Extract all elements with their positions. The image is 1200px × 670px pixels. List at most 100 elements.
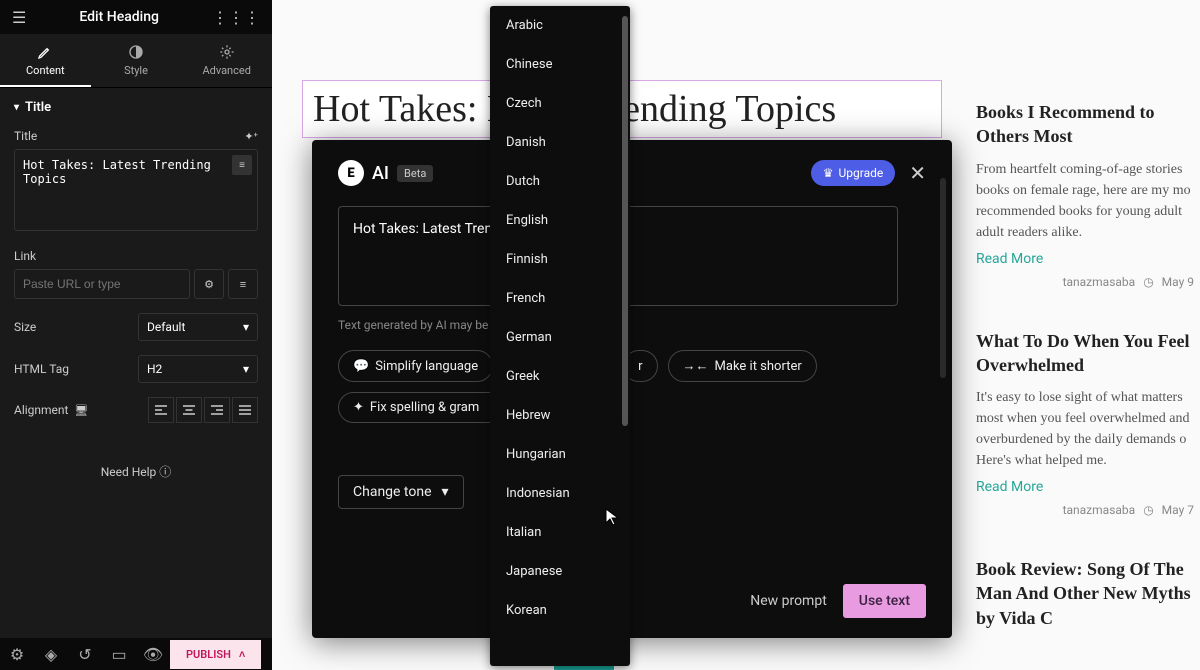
alignment-group [148, 397, 258, 423]
article-excerpt: From heartfelt coming-of-age stories boo… [976, 159, 1194, 243]
lang-option[interactable]: Greek [490, 357, 630, 396]
collapse-icon: →← [683, 358, 709, 374]
size-label: Size [14, 320, 36, 334]
related-articles: Books I Recommend to Others Most From he… [970, 100, 1200, 670]
lang-option[interactable]: German [490, 318, 630, 357]
article-card: Books I Recommend to Others Most From he… [970, 100, 1200, 289]
clock-icon: ◷ [1143, 503, 1153, 517]
ai-suggestion-chips: 💬Simplify language r →←Make it shorter ✦… [338, 350, 926, 423]
contrast-icon [128, 44, 144, 60]
hamburger-icon[interactable]: ☰ [12, 8, 26, 27]
lang-option[interactable]: Czech [490, 84, 630, 123]
publish-button[interactable]: PUBLISH˄ [170, 640, 261, 669]
sparkle-icon[interactable]: ✦⁺ [244, 130, 258, 143]
lang-option[interactable]: French [490, 279, 630, 318]
link-options-icon[interactable]: ⚙ [194, 269, 224, 299]
lang-option[interactable]: Arabic [490, 6, 630, 45]
tab-content[interactable]: Content [0, 34, 91, 87]
article-title[interactable]: Book Review: Song Of The Man And Other N… [976, 557, 1194, 630]
dynamic-icon[interactable]: ≡ [232, 155, 252, 175]
title-field-label: Title ✦⁺ [14, 129, 258, 143]
grid-icon[interactable]: ⋮⋮⋮ [212, 8, 260, 27]
beta-badge: Beta [397, 165, 433, 182]
article-title[interactable]: Books I Recommend to Others Most [976, 100, 1194, 149]
lang-option[interactable]: Italian [490, 513, 630, 552]
ai-panel: E AI Beta ♛Upgrade ✕ Hot Takes: Latest T… [312, 140, 952, 638]
title-textarea[interactable]: Hot Takes: Latest Trending Topics [14, 149, 258, 231]
lang-option[interactable]: Chinese [490, 45, 630, 84]
settings-button[interactable]: ⚙ [0, 638, 34, 670]
close-icon[interactable]: ✕ [909, 161, 926, 185]
lang-option[interactable]: Hebrew [490, 396, 630, 435]
chat-icon: 💬 [353, 359, 369, 374]
need-help-link[interactable]: Need Help ⓘ [14, 463, 258, 480]
help-icon: ⓘ [159, 465, 171, 479]
navigator-button[interactable]: ◈ [34, 638, 68, 670]
history-button[interactable]: ↺ [68, 638, 102, 670]
lang-scrollbar[interactable] [622, 16, 628, 426]
chevron-down-icon: ▾ [243, 320, 249, 334]
read-more-link[interactable]: Read More [976, 479, 1194, 495]
article-title[interactable]: What To Do When You Feel Overwhelmed [976, 329, 1194, 378]
align-right-icon [211, 405, 223, 415]
align-left-icon [155, 405, 167, 415]
alignment-label: Alignment 🖥 [14, 403, 88, 417]
lang-option[interactable]: Finnish [490, 240, 630, 279]
upgrade-button[interactable]: ♛Upgrade [811, 160, 896, 186]
html-tag-select[interactable]: H2▾ [138, 355, 258, 383]
ai-scrollbar[interactable] [940, 178, 946, 378]
lang-option[interactable]: Indonesian [490, 474, 630, 513]
title-section: Title Title ✦⁺ Hot Takes: Latest Trendin… [0, 88, 272, 492]
clock-icon: ◷ [1143, 275, 1153, 289]
pencil-icon [37, 44, 53, 60]
link-input[interactable] [14, 269, 190, 299]
chevron-up-icon: ˄ [239, 648, 245, 661]
sidebar-header: ☰ Edit Heading ⋮⋮⋮ [0, 0, 272, 34]
article-excerpt: It's easy to lose sight of what matters … [976, 387, 1194, 471]
chevron-down-icon: ▾ [243, 362, 249, 376]
article-card: Book Review: Song Of The Man And Other N… [970, 557, 1200, 630]
lang-option[interactable]: Dutch [490, 162, 630, 201]
ai-disclaimer: Text generated by AI may be [338, 318, 926, 332]
lang-option[interactable]: Hungarian [490, 435, 630, 474]
tab-style[interactable]: Style [91, 34, 182, 87]
article-meta: tanazmasaba◷May 9 [976, 275, 1194, 289]
align-justify-button[interactable] [232, 397, 258, 423]
ai-footer: New prompt Use text [750, 584, 926, 618]
editor-sidebar: ☰ Edit Heading ⋮⋮⋮ Content Style Advance… [0, 0, 272, 670]
shorter-chip[interactable]: →←Make it shorter [668, 350, 817, 382]
ai-title: AI [372, 163, 389, 184]
use-text-button[interactable]: Use text [843, 584, 926, 618]
simplify-chip[interactable]: 💬Simplify language [338, 350, 493, 382]
lang-option[interactable]: Danish [490, 123, 630, 162]
new-prompt-button[interactable]: New prompt [750, 593, 827, 609]
chevron-down-icon: ▾ [442, 484, 449, 500]
responsive-button[interactable]: ▭ [102, 638, 136, 670]
tab-advanced[interactable]: Advanced [181, 34, 272, 87]
language-menu: Arabic Chinese Czech Danish Dutch Englis… [490, 6, 630, 666]
lang-option[interactable]: Japanese [490, 552, 630, 591]
lang-option[interactable]: Korean [490, 591, 630, 630]
read-more-link[interactable]: Read More [976, 251, 1194, 267]
lang-option[interactable]: English [490, 201, 630, 240]
crown-icon: ♛ [823, 166, 834, 180]
html-tag-label: HTML Tag [14, 362, 69, 376]
preview-button[interactable]: 👁 [136, 638, 170, 670]
gear-icon [219, 44, 235, 60]
change-tone-dropdown[interactable]: Change tone▾ [338, 475, 464, 509]
sidebar-tabs: Content Style Advanced [0, 34, 272, 88]
section-title-toggle[interactable]: Title [14, 100, 258, 115]
align-justify-icon [239, 405, 251, 415]
align-center-icon [183, 405, 195, 415]
sparkle-icon: ✦ [353, 400, 364, 415]
align-center-button[interactable] [176, 397, 202, 423]
link-dynamic-icon[interactable]: ≡ [228, 269, 258, 299]
sidebar-footer: ⚙ ◈ ↺ ▭ 👁 PUBLISH˄ [0, 638, 272, 670]
sidebar-title: Edit Heading [79, 9, 159, 25]
desktop-icon[interactable]: 🖥 [74, 404, 88, 417]
align-left-button[interactable] [148, 397, 174, 423]
elementor-logo-icon: E [338, 160, 364, 186]
align-right-button[interactable] [204, 397, 230, 423]
size-select[interactable]: Default▾ [138, 313, 258, 341]
article-meta: tanazmasaba◷May 7 [976, 503, 1194, 517]
